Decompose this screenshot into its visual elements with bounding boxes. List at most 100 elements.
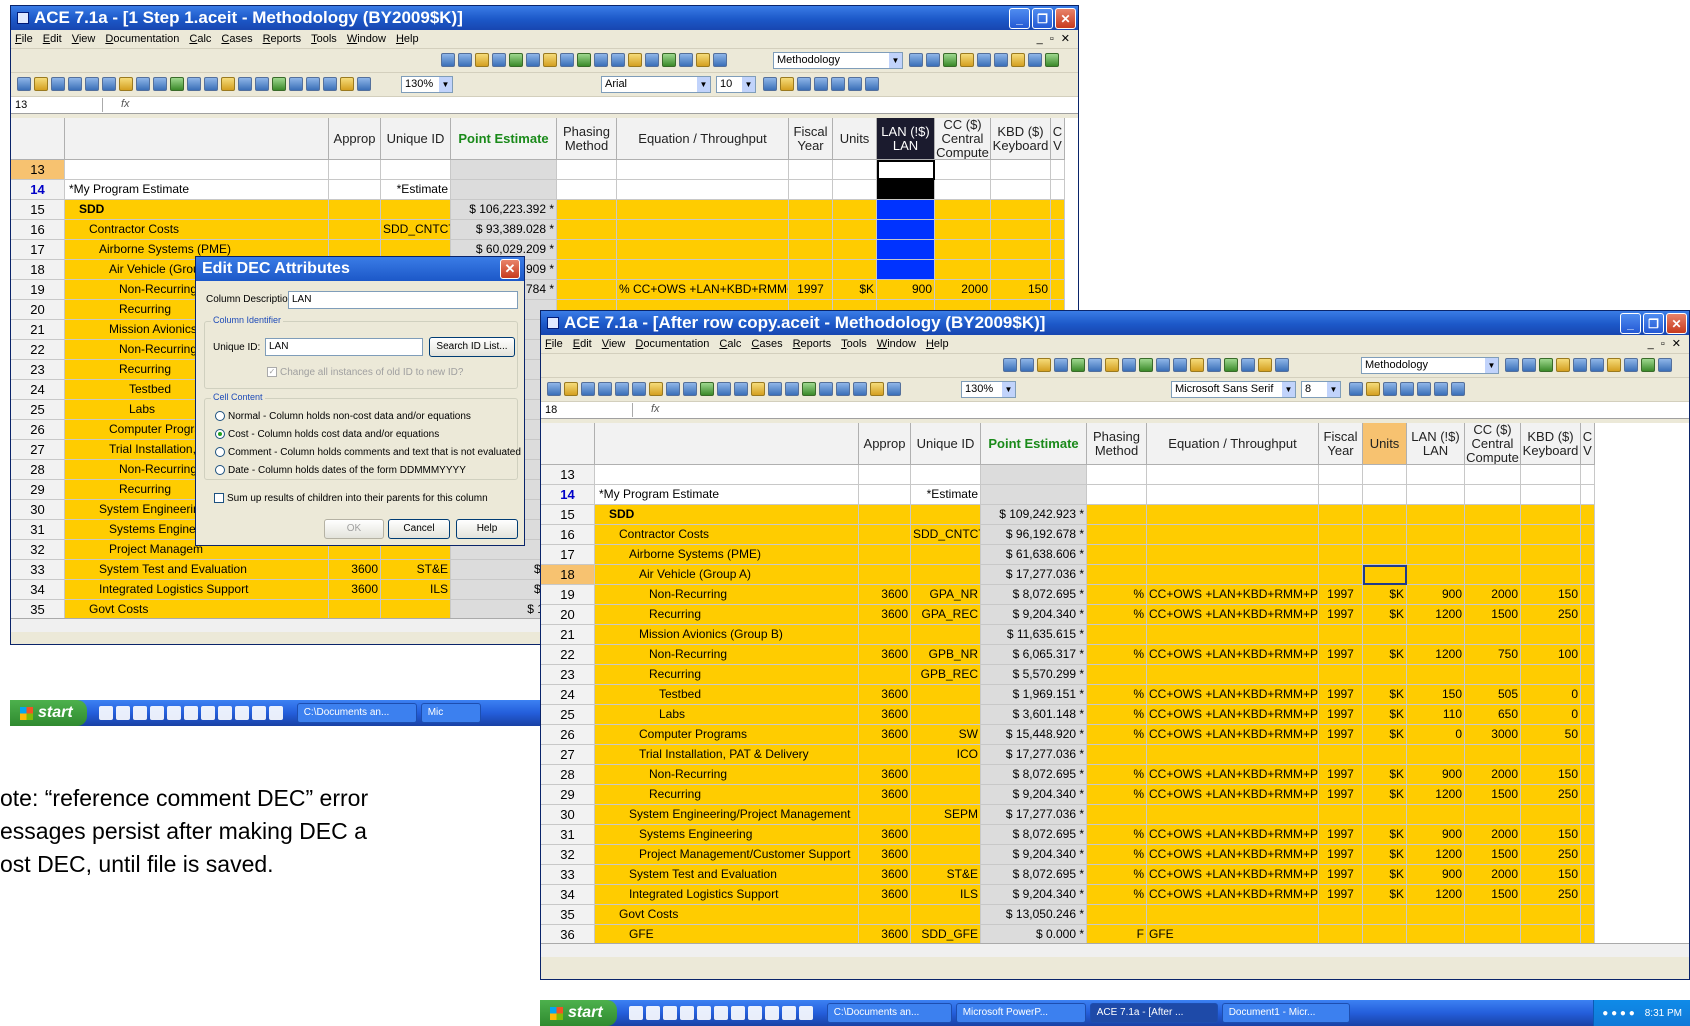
view-select[interactable]: Methodology ▼ <box>773 52 903 69</box>
cell-cc[interactable] <box>935 240 991 260</box>
cell-kbd[interactable]: 250 <box>1521 845 1581 865</box>
row-number[interactable]: 32 <box>11 540 65 560</box>
close-icon[interactable]: ✕ <box>1055 8 1076 29</box>
cell-lan[interactable] <box>1407 665 1465 685</box>
cell-lan[interactable]: 0 <box>1407 725 1465 745</box>
cell-phasing[interactable] <box>557 160 617 180</box>
cell-v[interactable] <box>1581 545 1595 565</box>
cell-v[interactable] <box>1581 885 1595 905</box>
cell-approp[interactable] <box>859 805 911 825</box>
cell-ph[interactable]: % <box>1087 605 1147 625</box>
cell-cc[interactable] <box>935 220 991 240</box>
cell-fy[interactable]: 1997 <box>1319 585 1363 605</box>
cell-pe[interactable]: $ 61,638.606 * <box>981 545 1087 565</box>
row-number[interactable]: 30 <box>11 500 65 520</box>
menu-documentation[interactable]: Documentation <box>635 338 709 350</box>
cell-v[interactable] <box>1051 200 1065 220</box>
row-number[interactable]: 20 <box>11 300 65 320</box>
cell-equation[interactable] <box>617 180 789 200</box>
cell-v[interactable] <box>1581 685 1595 705</box>
cell-v[interactable] <box>1581 905 1595 925</box>
start-button[interactable]: start <box>10 700 87 726</box>
cell-eq[interactable]: GFE <box>1147 925 1319 943</box>
cell-desc[interactable]: System Test and Evaluation <box>595 865 859 885</box>
cell-units[interactable] <box>1363 745 1407 765</box>
cell-units[interactable]: $K <box>1363 705 1407 725</box>
cell-lan[interactable] <box>1407 565 1465 585</box>
cell-lan[interactable]: 110 <box>1407 705 1465 725</box>
cell-lan[interactable] <box>1407 465 1465 485</box>
cell-approp[interactable] <box>329 200 381 220</box>
cell-cc[interactable]: 1500 <box>1465 605 1521 625</box>
cell-eq[interactable]: CC+OWS +LAN+KBD+RMM+PSP <box>1147 585 1319 605</box>
cell-approp[interactable] <box>859 545 911 565</box>
cell-uid[interactable]: SW <box>911 725 981 745</box>
cell-desc[interactable]: *My Program Estimate <box>65 180 329 200</box>
cell-uid[interactable] <box>911 825 981 845</box>
menu-file[interactable]: File <box>545 338 563 350</box>
cell-fy[interactable] <box>1319 565 1363 585</box>
col-header-pe[interactable]: Point Estimate <box>451 118 557 160</box>
cell-desc[interactable]: Trial Installation, PAT & Delivery <box>595 745 859 765</box>
menu-view[interactable]: View <box>602 338 626 350</box>
cell-pe[interactable] <box>451 160 557 180</box>
cell-approp[interactable]: 3600 <box>859 725 911 745</box>
cell-uid[interactable] <box>911 785 981 805</box>
row-number[interactable]: 34 <box>541 885 595 905</box>
cell-approp[interactable] <box>329 600 381 620</box>
cell-kbd[interactable] <box>1521 905 1581 925</box>
cell-kbd[interactable] <box>1521 745 1581 765</box>
cell-uid[interactable]: ILS <box>381 580 451 600</box>
cell-approp[interactable]: 3600 <box>859 865 911 885</box>
cell-lan[interactable] <box>1407 625 1465 645</box>
col-header-fy[interactable]: Fiscal Year <box>1319 423 1363 465</box>
close-icon[interactable]: ✕ <box>500 259 520 279</box>
row-number[interactable]: 21 <box>11 320 65 340</box>
cell-pe[interactable] <box>451 180 557 200</box>
cell-equation[interactable]: % CC+OWS +LAN+KBD+RMM+PSP <box>617 280 789 300</box>
cell-desc[interactable]: System Engineering/Project Management <box>595 805 859 825</box>
cell-cc[interactable]: 2000 <box>1465 585 1521 605</box>
row-number[interactable]: 26 <box>541 725 595 745</box>
zoom-select[interactable]: 130% ▼ <box>401 76 453 93</box>
cell-equation[interactable] <box>617 220 789 240</box>
cell-cc[interactable] <box>1465 665 1521 685</box>
cell-fy[interactable]: 1997 <box>1319 685 1363 705</box>
col-header-units[interactable]: Units <box>1363 423 1407 465</box>
cell-lan[interactable] <box>1407 545 1465 565</box>
cell-eq[interactable] <box>1147 625 1319 645</box>
cell-units[interactable] <box>833 180 877 200</box>
cell-pe[interactable]: $ 9,204.340 * <box>981 785 1087 805</box>
cell-pe[interactable]: $ 9,204.340 * <box>981 845 1087 865</box>
cell-approp[interactable] <box>859 665 911 685</box>
cell-uid[interactable]: SEPM <box>911 805 981 825</box>
cell-lan[interactable] <box>877 260 935 280</box>
cell-eq[interactable]: CC+OWS +LAN+KBD+RMM+PSP <box>1147 685 1319 705</box>
cell-fy[interactable] <box>1319 905 1363 925</box>
col-header-rn[interactable] <box>11 118 65 160</box>
cell-v[interactable] <box>1581 585 1595 605</box>
menu-window[interactable]: Window <box>347 33 386 45</box>
cell-eq[interactable] <box>1147 525 1319 545</box>
col-header-v[interactable]: C V <box>1581 423 1595 465</box>
menu-file[interactable]: File <box>15 33 33 45</box>
col-header-uid[interactable]: Unique ID <box>911 423 981 465</box>
col-header-desc[interactable] <box>595 423 859 465</box>
cell-fy[interactable] <box>1319 505 1363 525</box>
cell-ph[interactable]: % <box>1087 685 1147 705</box>
col-header-kbd[interactable]: KBD ($) Keyboard <box>1521 423 1581 465</box>
row-number[interactable]: 26 <box>11 420 65 440</box>
cell-kbd[interactable] <box>1521 565 1581 585</box>
cell-kbd[interactable] <box>991 160 1051 180</box>
cell-ph[interactable]: % <box>1087 885 1147 905</box>
cell-approp[interactable]: 3600 <box>329 560 381 580</box>
cell-fy[interactable]: 1997 <box>1319 885 1363 905</box>
cell-fy[interactable] <box>1319 925 1363 943</box>
cell-cc[interactable] <box>1465 925 1521 943</box>
cell-phasing[interactable] <box>557 220 617 240</box>
cell-eq[interactable] <box>1147 465 1319 485</box>
cell-uid[interactable]: GPB_NR <box>911 645 981 665</box>
mdi-controls[interactable]: _ ▫ ✕ <box>1648 337 1683 350</box>
row-number[interactable]: 18 <box>11 260 65 280</box>
cell-uid[interactable] <box>911 705 981 725</box>
